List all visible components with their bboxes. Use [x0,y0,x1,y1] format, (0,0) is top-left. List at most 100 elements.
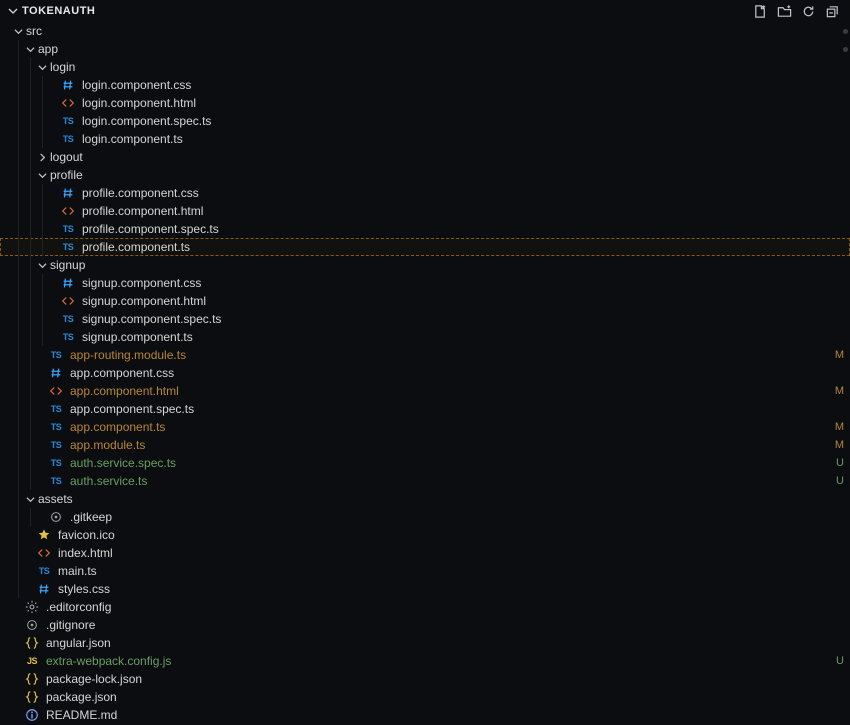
tree-file[interactable]: README.md [0,706,850,724]
item-label: styles.css [58,582,110,596]
tree-file[interactable]: TS profile.component.spec.ts [0,220,850,238]
angle-icon [48,383,64,399]
ts-icon: TS [48,473,64,489]
item-label: package.json [46,690,117,704]
tree-folder[interactable]: assets [0,490,850,508]
tree-file[interactable]: TSmain.ts [0,562,850,580]
item-label: login.component.html [82,96,196,110]
item-label: logout [50,150,83,164]
tree-file[interactable]: profile.component.html [0,202,850,220]
item-label: index.html [58,546,113,560]
open-editor-dot [843,47,848,52]
braces-icon [24,689,40,705]
angle-icon [60,293,76,309]
tree-file[interactable]: package.json [0,688,850,706]
tree-folder[interactable]: logout [0,148,850,166]
new-folder-icon[interactable] [776,3,792,19]
tree-file[interactable]: .editorconfig [0,598,850,616]
item-label: app-routing.module.ts [70,348,186,362]
item-label: app.component.html [70,384,179,398]
item-label: signup.component.html [82,294,206,308]
chevron-down-icon[interactable] [24,43,36,55]
tree-file[interactable]: .gitkeep [0,508,850,526]
item-label: signup.component.spec.ts [82,312,221,326]
braces-icon [24,671,40,687]
item-label: .gitkeep [70,510,112,524]
git-status-badge: M [835,349,844,361]
item-label: app.component.ts [70,420,165,434]
ts-icon: TS [48,347,64,363]
tree-file[interactable]: TS app-routing.module.ts M [0,346,850,364]
tree-file[interactable]: TSsignup.component.ts [0,328,850,346]
chevron-down-icon[interactable] [6,4,20,18]
star-icon [36,527,52,543]
tree-file[interactable]: package-lock.json [0,670,850,688]
tree-folder[interactable]: app [0,40,850,58]
collapse-all-icon[interactable] [824,3,840,19]
tree-file[interactable]: index.html [0,544,850,562]
chevron-down-icon[interactable] [36,259,48,271]
tree-file[interactable]: styles.css [0,580,850,598]
item-label: app.component.spec.ts [70,402,194,416]
tree-file[interactable]: .gitignore [0,616,850,634]
tree-file[interactable]: app.component.htmlM [0,382,850,400]
info-icon [24,707,40,723]
file-explorer-panel: TOKENAUTH src app login login.component.css… [0,0,850,725]
tree-folder[interactable]: login [0,58,850,76]
tree-file[interactable]: TSauth.service.tsU [0,472,850,490]
ts-icon: TS [48,437,64,453]
item-label: login [50,60,75,74]
tree-file[interactable]: TS profile.component.ts [0,238,850,256]
explorer-header: TOKENAUTH [0,0,850,22]
item-label: signup [50,258,85,272]
chevron-right-icon[interactable] [36,151,48,163]
tree-file[interactable]: favicon.ico [0,526,850,544]
ts-icon: TS [60,131,76,147]
angle-icon [60,95,76,111]
tree-folder[interactable]: profile [0,166,850,184]
refresh-icon[interactable] [800,3,816,19]
ts-icon: TS [60,329,76,345]
ts-icon: TS [60,239,76,255]
new-file-icon[interactable] [752,3,768,19]
item-label: package-lock.json [46,672,142,686]
tree-file[interactable]: signup.component.html [0,292,850,310]
tree-file[interactable]: login.component.html [0,94,850,112]
item-label: profile.component.html [82,204,203,218]
chevron-down-icon[interactable] [36,61,48,73]
ts-icon: TS [60,311,76,327]
chevron-down-icon[interactable] [24,493,36,505]
tree-file[interactable]: login.component.css [0,76,850,94]
tree-file[interactable]: TSlogin.component.spec.ts [0,112,850,130]
chevron-down-icon[interactable] [36,169,48,181]
tree-file[interactable]: profile.component.css [0,184,850,202]
tree-file[interactable]: TS app.component.ts M [0,418,850,436]
tree-file[interactable]: TSapp.module.tsM [0,436,850,454]
hash-icon [60,275,76,291]
tree-folder[interactable]: src [0,22,850,40]
tree-file[interactable]: TS signup.component.spec.ts [0,310,850,328]
item-label: profile.component.spec.ts [82,222,219,236]
item-label: profile.component.ts [82,240,190,254]
item-label: signup.component.css [82,276,201,290]
item-label: auth.service.spec.ts [70,456,176,470]
tree-file[interactable]: TSlogin.component.ts [0,130,850,148]
tree-file[interactable]: JSextra-webpack.config.jsU [0,652,850,670]
tree-file[interactable]: TSauth.service.spec.tsU [0,454,850,472]
tree-file[interactable]: signup.component.css [0,274,850,292]
explorer-title: TOKENAUTH [22,5,95,17]
tree-file[interactable]: angular.json [0,634,850,652]
ts-icon: TS [60,221,76,237]
item-label: profile.component.css [82,186,199,200]
tree-folder[interactable]: signup [0,256,850,274]
item-label: app [38,42,58,56]
ts-icon: TS [48,419,64,435]
angle-icon [60,203,76,219]
git-status-badge: U [836,457,844,469]
git-status-badge: M [835,421,844,433]
chevron-down-icon[interactable] [12,25,24,37]
tree-file[interactable]: app.component.css [0,364,850,382]
tree-file[interactable]: TSapp.component.spec.ts [0,400,850,418]
git-status-badge: U [836,655,844,667]
item-label: profile [50,168,83,182]
